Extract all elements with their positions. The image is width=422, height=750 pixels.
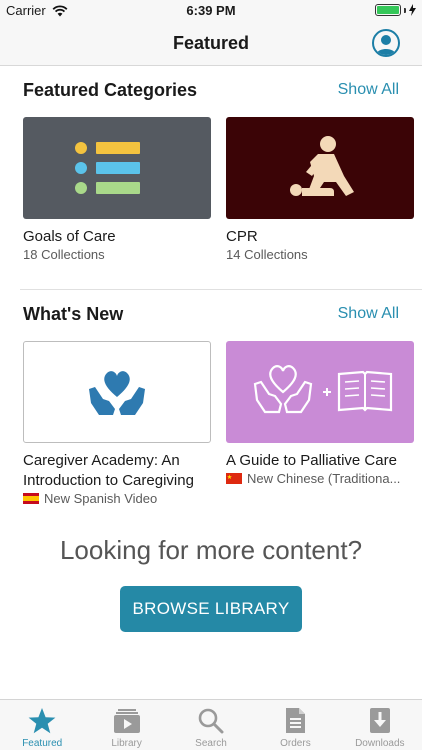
card-title-line2: Introduction to Caregiving — [23, 472, 194, 489]
tab-label: Search — [195, 738, 227, 749]
new-card-caregiver-academy[interactable]: Caregiver Academy: An Introduction to Ca… — [23, 341, 211, 507]
battery-tip — [404, 7, 406, 13]
tab-label: Library — [111, 738, 142, 749]
profile-button[interactable] — [372, 29, 400, 57]
browse-library-button[interactable]: BROWSE LIBRARY — [120, 586, 302, 632]
download-icon — [365, 706, 395, 734]
user-icon — [376, 35, 396, 55]
battery-icon — [375, 4, 401, 16]
whats-new-header: What's New Show All — [23, 304, 399, 328]
card-subtitle: New Spanish Video — [23, 491, 211, 507]
navigation-bar: Featured — [0, 22, 422, 66]
tab-label: Orders — [280, 738, 311, 749]
tab-downloads[interactable]: Downloads — [338, 700, 422, 750]
featured-categories-section: Featured Categories Show All Goals of Ca… — [0, 80, 422, 280]
tab-label: Featured — [22, 738, 63, 749]
show-all-categories-link[interactable]: Show All — [338, 81, 399, 99]
hands-heart-book-icon — [253, 365, 393, 414]
tab-orders[interactable]: Orders — [253, 700, 337, 750]
page-title: Featured — [172, 33, 250, 53]
section-title: What's New — [23, 304, 124, 324]
cpr-icon — [290, 136, 354, 196]
china-flag-icon — [226, 473, 242, 484]
card-subtitle: New Chinese (Traditiona... — [226, 471, 414, 487]
card-title: Caregiver Academy: An Introduction to Ca… — [23, 451, 211, 491]
card-title: A Guide to Palliative Care — [226, 452, 397, 469]
section-divider — [20, 289, 422, 290]
featured-categories-header: Featured Categories Show All — [23, 80, 399, 104]
status-time: 6:39 PM — [186, 3, 236, 18]
status-bar: Carrier 6:39 PM — [0, 0, 422, 22]
goals-of-care-thumbnail — [23, 117, 211, 219]
card-title: CPR — [226, 228, 258, 245]
card-title-line1: Caregiver Academy: An — [23, 452, 180, 469]
search-icon — [196, 706, 226, 734]
tab-label: Downloads — [355, 738, 405, 749]
list-icon — [75, 142, 140, 194]
category-card-goals-of-care[interactable]: Goals of Care 18 Collections — [23, 117, 211, 263]
hands-heart-icon — [89, 371, 145, 415]
show-all-new-link[interactable]: Show All — [338, 305, 399, 323]
charging-icon — [409, 4, 416, 16]
tab-library[interactable]: Library — [84, 700, 168, 750]
whats-new-section: What's New Show All Caregiver Academy: A… — [0, 304, 422, 514]
card-subtitle-text: New Chinese (Traditiona... — [247, 471, 401, 486]
section-title: Featured Categories — [23, 80, 198, 100]
status-right — [375, 4, 416, 16]
card-subtitle-text: New Spanish Video — [44, 491, 158, 506]
more-content-title: Looking for more content? — [59, 535, 363, 565]
star-icon — [27, 706, 57, 734]
category-card-cpr[interactable]: CPR 14 Collections — [226, 117, 414, 263]
card-subtitle: 14 Collections — [226, 247, 308, 262]
spain-flag-icon — [23, 493, 39, 504]
new-card-palliative-care[interactable]: A Guide to Palliative Care New Chinese (… — [226, 341, 414, 487]
library-icon — [112, 706, 142, 734]
card-title: Goals of Care — [23, 228, 116, 245]
document-icon — [280, 706, 310, 734]
tab-featured[interactable]: Featured — [0, 700, 84, 750]
tab-bar: Featured Library Search Orders Downloads — [0, 699, 422, 750]
cpr-thumbnail — [226, 117, 414, 219]
palliative-care-thumbnail — [226, 341, 414, 443]
tab-search[interactable]: Search — [169, 700, 253, 750]
caregiver-academy-thumbnail — [23, 341, 211, 443]
card-subtitle: 18 Collections — [23, 247, 105, 262]
